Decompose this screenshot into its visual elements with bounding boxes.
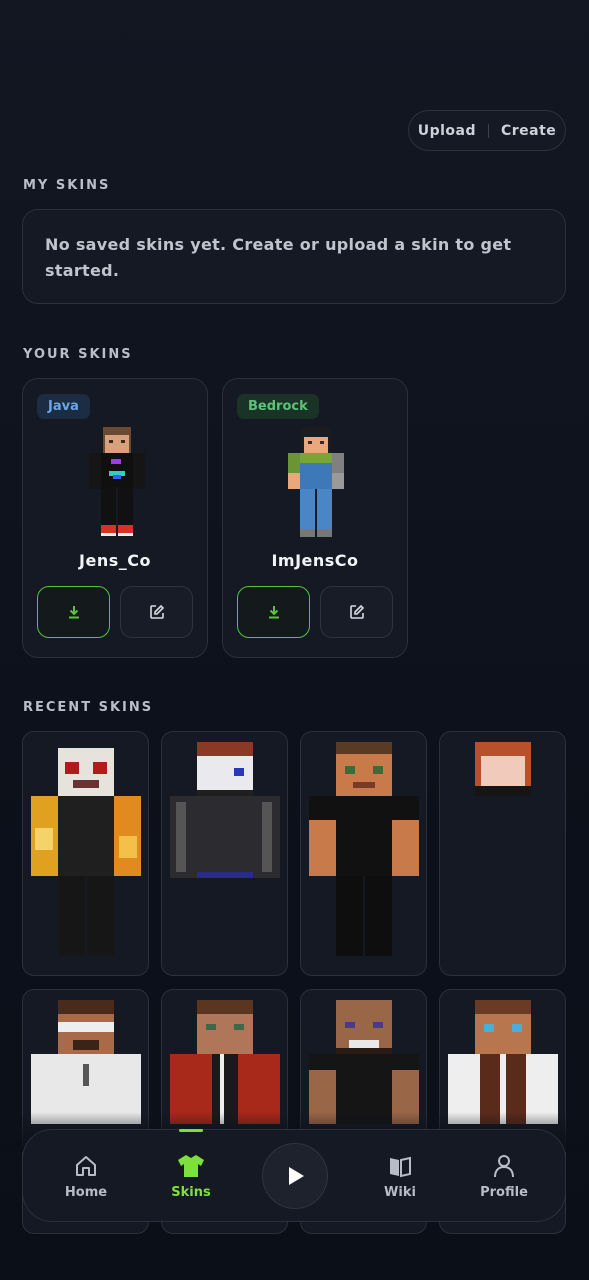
- nav-profile[interactable]: Profile: [464, 1130, 544, 1223]
- nav-label: Skins: [171, 1185, 211, 1200]
- nav-wiki[interactable]: Wiki: [360, 1130, 440, 1223]
- recent-skin-card[interactable]: [161, 731, 288, 976]
- skin-name: ImJensCo: [271, 551, 359, 570]
- nav-label: Home: [64, 1185, 108, 1200]
- active-indicator: [179, 1129, 203, 1132]
- skin-card-bedrock[interactable]: Bedrock ImJensCo: [222, 378, 408, 658]
- upload-button[interactable]: Upload: [418, 123, 476, 139]
- recent-skin-card[interactable]: [22, 731, 149, 976]
- play-icon: [289, 1167, 304, 1185]
- your-skins-heading: YOUR SKINS: [23, 347, 133, 362]
- divider: [487, 123, 489, 138]
- user-icon: [494, 1155, 514, 1178]
- book-icon: [390, 1156, 411, 1178]
- empty-skins-message: No saved skins yet. Create or upload a s…: [22, 209, 566, 304]
- play-button[interactable]: [262, 1143, 328, 1209]
- download-icon: [68, 606, 79, 619]
- download-button[interactable]: [237, 586, 310, 638]
- nav-home[interactable]: Home: [46, 1130, 126, 1223]
- nav-skins[interactable]: Skins: [151, 1129, 231, 1223]
- skin-preview: [475, 742, 531, 796]
- skin-preview: [31, 748, 141, 956]
- edit-icon: [349, 604, 364, 619]
- download-button[interactable]: [37, 586, 110, 638]
- download-icon: [268, 606, 279, 619]
- edition-badge: Java: [37, 394, 90, 419]
- home-icon: [76, 1156, 96, 1176]
- edit-button[interactable]: [120, 586, 193, 638]
- skin-preview: [309, 742, 419, 956]
- skin-preview: [170, 742, 280, 878]
- skin-card-java[interactable]: Java Jens_Co: [22, 378, 208, 658]
- recent-skin-card[interactable]: [300, 731, 427, 976]
- bottom-nav: Home Skins Wiki Profile: [22, 1129, 566, 1222]
- nav-label: Wiki: [384, 1185, 416, 1200]
- edit-icon: [149, 604, 164, 619]
- upload-create-group: Upload Create: [408, 110, 566, 151]
- edition-badge: Bedrock: [237, 394, 319, 419]
- shirt-icon: [178, 1155, 204, 1177]
- my-skins-heading: MY SKINS: [23, 178, 111, 193]
- recent-skins-heading: RECENT SKINS: [23, 700, 154, 715]
- nav-label: Profile: [480, 1185, 528, 1200]
- edit-button[interactable]: [320, 586, 393, 638]
- create-button[interactable]: Create: [501, 123, 556, 139]
- skin-preview-bedrock: [288, 427, 344, 537]
- skin-name: Jens_Co: [79, 551, 151, 570]
- recent-skin-card[interactable]: [439, 731, 566, 976]
- skin-preview-java: [89, 427, 145, 536]
